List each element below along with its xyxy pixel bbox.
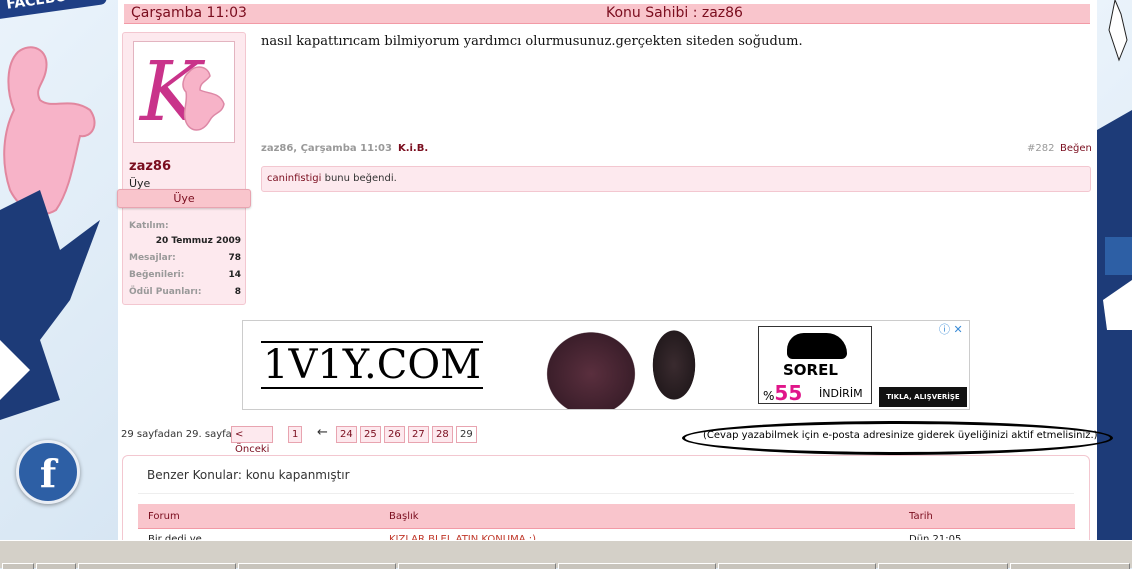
discount-percent: %55	[763, 381, 803, 405]
activation-notice: (Cevap yazabilmek için e-posta adresiniz…	[682, 421, 1113, 455]
system-tray	[1010, 563, 1130, 569]
column-date: Tarih	[909, 511, 933, 522]
discount-word: İNDİRİM	[819, 387, 863, 400]
liked-by-suffix: bunu beğendi.	[324, 173, 397, 184]
taskbar-button[interactable]	[398, 563, 556, 569]
column-title: Başlık	[389, 511, 419, 522]
username-link[interactable]: zaz86	[129, 159, 171, 174]
facebook-banner[interactable]: FACEBOOK	[0, 0, 108, 20]
joined-label: Katılım:	[129, 221, 169, 231]
award-points-value: 8	[234, 287, 241, 297]
thread-owner: Konu Sahibi : zaz86	[606, 5, 743, 21]
user-stats: Katılım: 20 Temmuz 2009 Mesajlar: 78 Beğ…	[129, 221, 241, 304]
sorel-promo[interactable]: SOREL %55 İNDİRİM	[758, 326, 872, 405]
ad-info-close-icon[interactable]: ⓘ ✕	[939, 321, 963, 337]
likes-summary: caninfistigi bunu beğendi.	[261, 166, 1091, 192]
post-number-link[interactable]: #282	[1027, 143, 1054, 154]
forum-post-area: Çarşamba 11:03 Konu Sahibi : zaz86 K zaz…	[117, 0, 1113, 557]
kib-link[interactable]: K.i.B.	[398, 143, 428, 154]
avatar-kimono-icon: K	[138, 45, 225, 140]
taskbar-button[interactable]	[2, 563, 34, 569]
page-button-24[interactable]: 24	[336, 426, 357, 443]
post-meta: zaz86, Çarşamba 11:03 K.i.B.	[261, 143, 428, 154]
facebook-side-badge[interactable]	[1105, 237, 1132, 275]
page-button-26[interactable]: 26	[384, 426, 405, 443]
post-header: Çarşamba 11:03 Konu Sahibi : zaz86	[124, 4, 1090, 24]
page-button-28[interactable]: 28	[432, 426, 453, 443]
left-background: FACEBOOK f	[0, 0, 118, 540]
facebook-icon[interactable]: f	[16, 440, 80, 504]
taskbar-button[interactable]	[36, 563, 76, 569]
post-date: Çarşamba 11:03	[131, 5, 247, 21]
user-rank-badge: Üye	[117, 189, 251, 208]
page-button-27[interactable]: 27	[408, 426, 429, 443]
page-button-25[interactable]: 25	[360, 426, 381, 443]
bear-logo-icon	[787, 333, 847, 359]
award-points-label: Ödül Puanları:	[129, 287, 202, 297]
os-taskbar	[0, 540, 1132, 569]
taskbar-button[interactable]	[238, 563, 396, 569]
user-info-panel: K zaz86 Üye Üye Katılım: 20 Temmuz 2009 …	[117, 32, 251, 305]
taskbar-button[interactable]	[78, 563, 236, 569]
taskbar-button[interactable]	[718, 563, 876, 569]
page-info: 29 sayfadan 29. sayfa	[121, 429, 232, 440]
sorel-logo-text: SOREL	[783, 361, 838, 379]
taskbar-button[interactable]	[558, 563, 716, 569]
likes-value: 14	[228, 270, 241, 280]
left-arrow-icon: ←	[317, 425, 328, 440]
decorative-mascot-icon	[0, 46, 100, 420]
post-message: nasıl kapattırıcam bilmiyorum yardımcı o…	[261, 34, 803, 49]
page-button-1[interactable]: 1	[288, 426, 303, 443]
ad-cta-button[interactable]: TIKLA, ALIŞVERİŞE BAŞLA	[879, 387, 967, 407]
boot-image-icon	[535, 321, 647, 409]
column-forum: Forum	[148, 511, 180, 522]
ad-brand-logo[interactable]: 1V1Y.COM	[261, 341, 484, 389]
page-button-29-current: 29	[456, 426, 477, 443]
avatar[interactable]: K	[133, 41, 235, 143]
like-button[interactable]: Beğen	[1060, 143, 1092, 154]
liked-by-user-link[interactable]: caninfistigi	[267, 173, 321, 184]
prev-page-button[interactable]: < Önceki	[231, 426, 274, 455]
boot-image-icon-2	[647, 321, 701, 401]
divider	[138, 493, 1074, 494]
joined-value: 20 Temmuz 2009	[155, 236, 241, 246]
messages-value: 78	[228, 253, 241, 263]
advertisement-banner[interactable]: 1V1Y.COM SOREL %55 İNDİRİM TIKLA, ALIŞVE…	[242, 320, 970, 410]
similar-threads-header: Forum Başlık Tarih	[138, 504, 1075, 529]
post-author-time[interactable]: zaz86, Çarşamba 11:03	[261, 143, 392, 154]
messages-label: Mesajlar:	[129, 253, 176, 263]
taskbar-button[interactable]	[878, 563, 1008, 569]
similar-threads-title: Benzer Konular: konu kapanmıştır	[147, 468, 350, 482]
activation-notice-text: (Cevap yazabilmek için e-posta adresiniz…	[703, 430, 1098, 441]
likes-label: Beğenileri:	[129, 270, 185, 280]
